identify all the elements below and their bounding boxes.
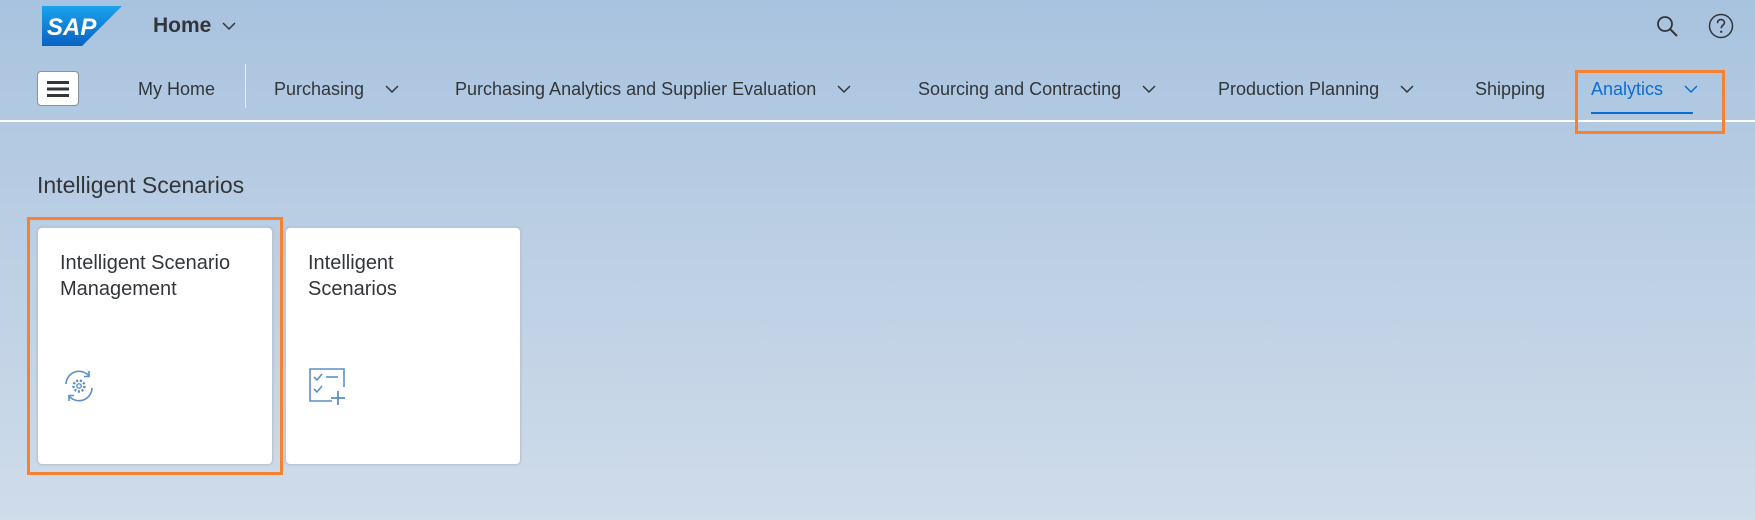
chevron-down-icon [1684, 85, 1698, 94]
nav-item-label: My Home [138, 78, 216, 99]
hamburger-menu-icon [47, 80, 69, 97]
tile-title: Intelligent Scenarios [308, 252, 397, 300]
gear-refresh-icon [65, 370, 93, 402]
nav-item-label: Analytics [1591, 78, 1664, 99]
nav-separator [245, 64, 246, 108]
search-icon [1657, 16, 1678, 37]
nav-item-label: Production Planning [1218, 78, 1380, 99]
home-title: Home [153, 14, 212, 37]
nav-item-label: Sourcing and Contracting [918, 78, 1122, 99]
nav-item-production-planning[interactable]: Production Planning [1218, 58, 1415, 120]
nav-item-shipping[interactable]: Shipping [1475, 58, 1545, 120]
chevron-down-icon [1400, 85, 1414, 94]
search-button[interactable] [1653, 12, 1681, 40]
menu-button[interactable] [37, 71, 79, 106]
nav-item-label: Shipping [1475, 78, 1546, 99]
nav-item-label: Purchasing [274, 78, 365, 99]
navigation-bar: My Home Purchasing Purchasing Analytics … [0, 58, 1755, 122]
checklist-add-icon [309, 368, 345, 405]
tile-intelligent-scenarios[interactable]: Intelligent Scenarios [285, 227, 521, 465]
shell-bar: SAP Home [0, 0, 1755, 52]
nav-item-sourcing-contracting[interactable]: Sourcing and Contracting [918, 58, 1157, 120]
home-title-dropdown[interactable]: Home [153, 12, 237, 40]
shell-actions [1653, 12, 1735, 40]
chevron-down-icon [385, 85, 399, 94]
help-icon [1708, 13, 1734, 39]
nav-item-label: Purchasing Analytics and Supplier Evalua… [455, 78, 817, 99]
tile-intelligent-scenario-management[interactable]: Intelligent Scenario Management [37, 227, 273, 465]
help-button[interactable] [1707, 12, 1735, 40]
chevron-down-icon [1142, 85, 1156, 94]
chevron-down-icon [222, 22, 236, 31]
nav-item-my-home[interactable]: My Home [138, 58, 215, 120]
sap-logo[interactable]: SAP [42, 6, 122, 46]
nav-item-analytics[interactable]: Analytics [1591, 58, 1699, 120]
chevron-down-icon [837, 85, 851, 94]
tile-title: Intelligent Scenario Management [60, 252, 231, 300]
sap-logo-text: SAP [47, 14, 97, 41]
nav-item-purchasing-analytics[interactable]: Purchasing Analytics and Supplier Evalua… [455, 58, 852, 120]
nav-item-purchasing[interactable]: Purchasing [274, 58, 400, 120]
section-title: Intelligent Scenarios [37, 172, 245, 198]
